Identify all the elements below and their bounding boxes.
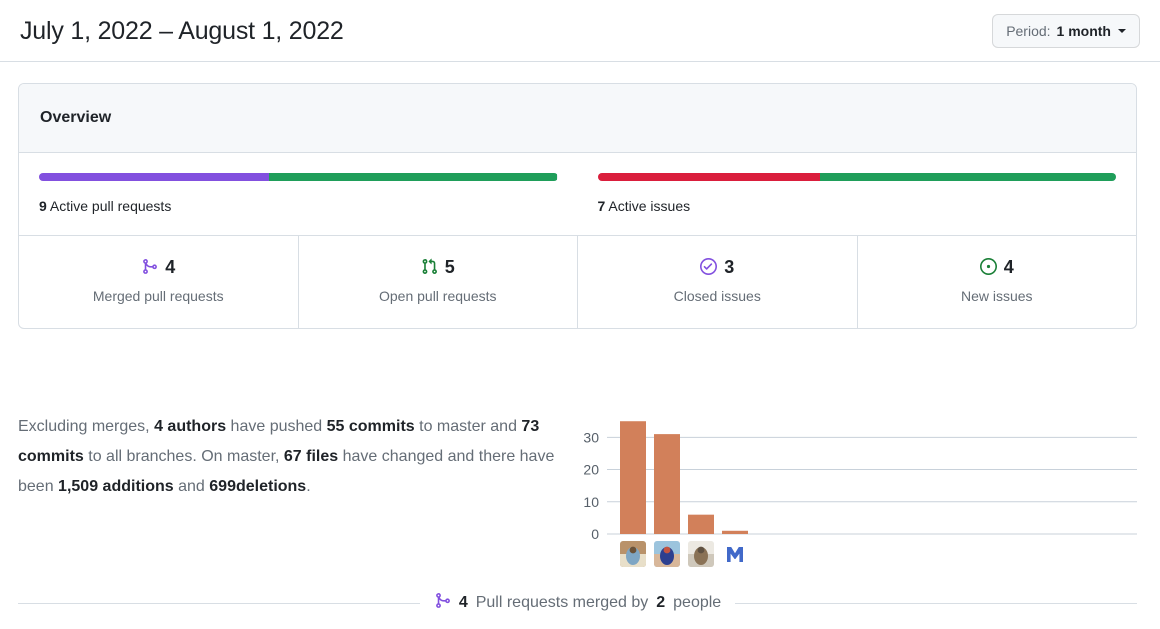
stat-label: Closed issues <box>673 287 761 304</box>
commits-lead: Excluding merges, <box>18 418 150 435</box>
stat-label: New issues <box>960 287 1033 304</box>
avatar-photo <box>654 541 680 567</box>
merged-text-end: people <box>673 594 722 611</box>
pr-merged-segment <box>39 173 270 181</box>
commits-authors: 4 authors <box>154 418 227 435</box>
stat-value-row: 4 <box>866 258 1129 276</box>
active-pull-requests-caption: 9 Active pull requests <box>39 197 558 217</box>
active-issues-caption: 7 Active issues <box>598 197 1117 217</box>
issue-closed-check-icon <box>700 258 718 276</box>
y-axis-tick-label: 0 <box>591 526 599 542</box>
letter-m-logo-icon <box>722 541 748 567</box>
commits-to-master: to master and <box>419 418 517 435</box>
issues-closed-segment <box>597 173 820 181</box>
issues-progress-bar <box>597 173 1116 181</box>
chart-bar[interactable] <box>688 514 714 534</box>
commits-deletions-value: 699 <box>209 478 236 495</box>
overview-bars-row: 9 Active pull requests 7 Active issues <box>19 153 1136 235</box>
commits-period: . <box>306 478 311 495</box>
period-label: Period: <box>1006 22 1051 39</box>
commits-bar-chart-svg: 0 10 20 30 <box>583 421 1137 542</box>
stat-cell-merged-pull-requests[interactable]: 4 Merged pull requests <box>19 236 298 328</box>
stat-value: 3 <box>724 256 735 277</box>
stat-cell-open-pull-requests[interactable]: 5 Open pull requests <box>297 235 578 328</box>
y-axis-tick-label: 10 <box>583 494 599 510</box>
pull-requests-progress-bar <box>39 173 558 181</box>
stat-cell-new-issues[interactable]: 4 New issues <box>856 235 1137 328</box>
pr-open-segment <box>269 173 558 181</box>
chart-author-avatars <box>620 541 748 567</box>
commits-to-all-branches: to all branches. On master, <box>88 448 280 465</box>
avatar-logo-m[interactable] <box>722 541 748 567</box>
active-issues-block: 7 Active issues <box>578 173 1137 217</box>
page-header: July 1, 2022 – August 1, 2022 Period: 1 … <box>0 0 1160 62</box>
stat-value: 4 <box>1003 256 1014 277</box>
overview-title: Overview <box>40 109 112 126</box>
chart-bar[interactable] <box>620 421 646 534</box>
avatar-photo <box>688 541 714 567</box>
merged-heading-inner: 4 Pull requests merged by 2 people <box>420 592 735 614</box>
active-issues-count: 7 <box>597 198 606 214</box>
commits-additions-value: 1,509 <box>58 478 99 495</box>
divider-left <box>18 602 420 604</box>
commits-per-author-chart: 0 10 20 30 <box>572 412 1137 587</box>
avatar-author-2[interactable] <box>654 541 680 567</box>
stat-label: Merged pull requests <box>92 287 224 304</box>
pulse-page: July 1, 2022 – August 1, 2022 Period: 1 … <box>0 0 1160 629</box>
stat-value-row: 4 <box>27 258 290 276</box>
pull-requests-merged-heading: 4 Pull requests merged by 2 people <box>18 592 1138 614</box>
git-merge-icon <box>434 592 451 614</box>
avatar-photo <box>620 541 646 567</box>
period-dropdown-button[interactable]: Period: 1 month <box>992 13 1140 48</box>
active-pull-requests-count: 9 <box>39 198 47 214</box>
commits-master-count: 55 commits <box>326 418 415 435</box>
commits-pushed: have pushed <box>230 418 323 435</box>
y-axis-tick-label: 20 <box>583 462 599 478</box>
chart-bar[interactable] <box>654 434 680 534</box>
y-axis-tick-label: 30 <box>583 429 599 445</box>
stat-cell-closed-issues[interactable]: 3 Closed issues <box>577 235 857 328</box>
overview-card-header: Overview <box>19 84 1136 153</box>
commits-files-changed: 67 files <box>283 448 339 465</box>
chart-bar[interactable] <box>722 530 748 534</box>
stat-value: 5 <box>444 256 455 277</box>
merged-text-middle: Pull requests merged by <box>475 594 649 611</box>
active-issues-label: Active issues <box>608 198 691 214</box>
stat-label: Open pull requests <box>378 287 497 304</box>
issues-new-segment <box>819 173 1116 181</box>
active-pull-requests-label: Active pull requests <box>49 198 172 214</box>
commits-deletions-word: deletions <box>235 478 307 495</box>
period-value: 1 month <box>1056 22 1111 39</box>
avatar-author-1[interactable] <box>620 541 646 567</box>
page-title: July 1, 2022 – August 1, 2022 <box>20 16 344 45</box>
overview-card: Overview 9 Active pull requests 7 Active… <box>18 83 1137 329</box>
stat-value-row: 3 <box>586 258 849 276</box>
stat-value: 4 <box>165 256 176 277</box>
active-pull-requests-block: 9 Active pull requests <box>19 173 578 217</box>
merged-people-count: 2 <box>656 594 666 611</box>
commits-section: Excluding merges, 4 authors have pushed … <box>18 412 1137 587</box>
divider-right <box>735 602 1138 604</box>
commits-additions-word: additions <box>102 478 174 495</box>
commits-and: and <box>178 478 205 495</box>
overview-stats-row: 4 Merged pull requests 5 Open pull requests… <box>19 234 1137 328</box>
issue-opened-icon <box>979 258 997 276</box>
merged-count: 4 <box>458 594 468 611</box>
git-merge-icon <box>141 258 158 275</box>
git-pull-request-icon <box>421 258 438 275</box>
commits-summary-text: Excluding merges, 4 authors have pushed … <box>18 412 557 502</box>
avatar-author-3[interactable] <box>688 541 714 567</box>
stat-value-row: 5 <box>307 258 570 276</box>
chevron-down-icon <box>1118 28 1126 33</box>
